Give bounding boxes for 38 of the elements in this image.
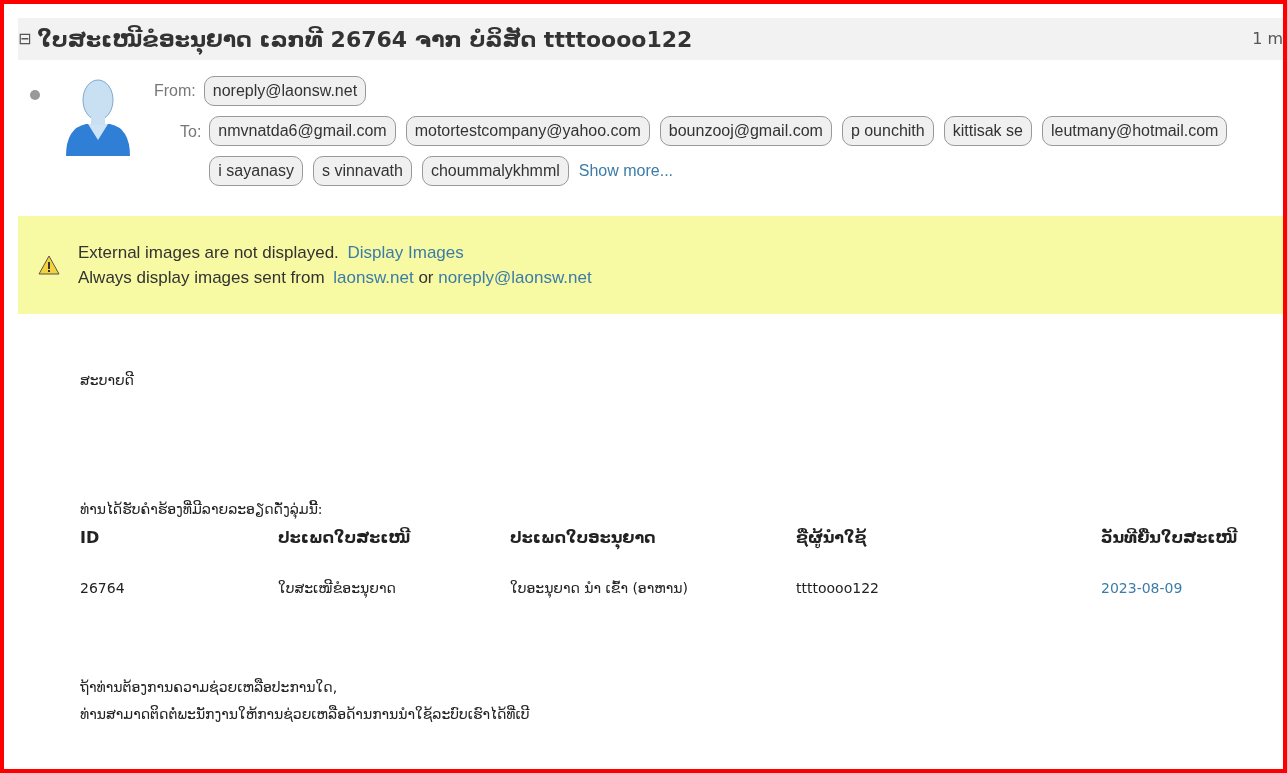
collapse-icon[interactable]: ⊟ [18,27,32,51]
footer-text: ຖ້າທ່ານຕ້ອງການຄວາມຊ່ວຍເຫລືອປະການໃດ, [80,677,339,697]
table-cell-text: ໃບສະເໜີຂໍອະນຸຍາດ [278,578,397,599]
address-chip[interactable]: motortestcompany@yahoo.com [405,116,650,146]
notice-text: Always display images sent from [78,268,325,287]
notice-text: External images are not displayed. [78,242,339,262]
domain-link[interactable]: laonsw.net [333,268,414,287]
address-chip[interactable]: noreply@laonsw.net [203,76,367,106]
address-chip[interactable]: kittisak se [943,116,1032,146]
subject-title: ໃບສະເໜີຂໍອະນຸຍາດ ເລກທີ 26764 ຈາກ ບໍລິສັດ ttttoooo122 [37,22,693,56]
address-chip[interactable]: nmvnatda6@gmail.com [209,116,396,146]
intro-text: ທ່ານໄດ້ຮັບຄຳຮ້ອງທີ່ມີລາຍລະອຽດດັ່ງລຸ່ມນີ້: [80,499,324,520]
warning-icon [38,255,60,275]
column-header: ປະເພດໃບອະນຸຍາດ [510,526,796,550]
to-label: To: [180,122,202,142]
table-cell-text: 26764 [80,579,126,598]
show-more-link[interactable]: Show more... [578,156,674,186]
notice-text: or [418,268,434,287]
column-header: ຊື່ຜູ້ນຳໃຊ້ [796,527,868,550]
time-text: 1 m [1252,28,1283,50]
address-chip[interactable]: s vinnavath [312,156,412,186]
address-chip[interactable]: bounzooj@gmail.com [659,116,832,146]
table-cell-text: ttttoooo122 [796,579,880,598]
address-chip[interactable]: p ounchith [841,116,934,146]
from-label: From: [154,81,196,101]
column-header: ປະເພດໃບສະເໜີ [278,526,412,549]
column-header: ID [80,527,101,549]
status-dot-icon [30,89,40,100]
display-images-link[interactable]: Display Images [347,242,464,262]
column-header: ວັນທີຍື່ນໃບສະເໜີ [1101,526,1239,549]
address-chip[interactable]: i sayanasy [209,156,303,186]
address-chip[interactable]: choummalykhmml [421,156,569,186]
date-link[interactable]: 2023-08-09 [1101,578,1261,599]
address-chip[interactable]: leutmany@hotmail.com [1041,116,1228,146]
sender-link[interactable]: noreply@laonsw.net [438,268,592,287]
footer-text: ທ່ານສາມາດຕິດຕໍ່ພະນັກງານໃຫ້ການຊ່ວຍເຫລືອດ້ານການນຳໃຊ້ລະບົບເຮົາໄດ້ທີ່ເບີ [80,704,531,724]
table-cell-text: ໃບອະນຸຍາດ ນຳ ເຂົ້າ (ອາຫານ) [510,579,689,599]
greeting-text: ສະບາຍດີ [80,370,135,390]
